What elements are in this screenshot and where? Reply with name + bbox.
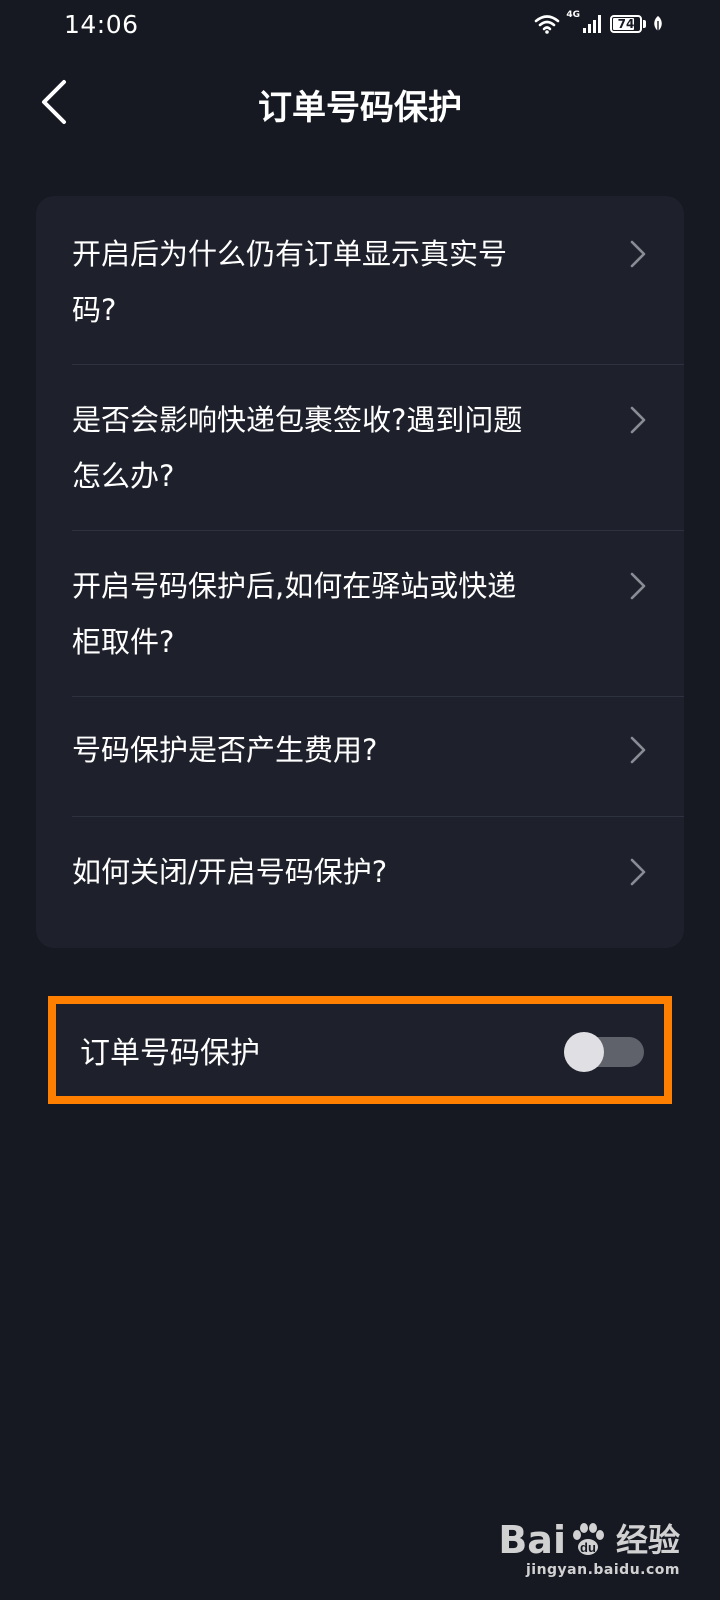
- status-icons: 4G 74: [534, 10, 664, 34]
- divider: [72, 364, 684, 365]
- baidu-jingyan-watermark: Bai du 经验 jingyan.baidu.com: [498, 1520, 680, 1578]
- faq-item-label: 开启号码保护后,如何在驿站或快递柜取件?: [72, 569, 517, 659]
- header: 订单号码保护: [0, 60, 720, 144]
- toggle-knob: [564, 1032, 604, 1072]
- chevron-right-icon: [630, 736, 646, 764]
- chevron-right-icon: [630, 406, 646, 434]
- order-number-protection-row: 订单号码保护: [48, 996, 672, 1104]
- faq-item-label: 是否会影响快递包裹签收?遇到问题怎么办?: [72, 403, 523, 493]
- order-number-protection-toggle[interactable]: [564, 1032, 644, 1072]
- divider: [72, 816, 684, 817]
- status-time: 14:06: [64, 10, 139, 39]
- divider: [72, 530, 684, 531]
- page-title: 订单号码保护: [258, 88, 462, 128]
- faq-item-pickup[interactable]: 开启号码保护后,如何在驿站或快递柜取件?: [72, 558, 684, 670]
- chevron-right-icon: [630, 858, 646, 886]
- paw-icon: du: [572, 1523, 604, 1555]
- status-bar: 14:06 4G 74: [0, 0, 720, 56]
- chevron-right-icon: [630, 240, 646, 268]
- faq-item-label: 号码保护是否产生费用?: [72, 733, 378, 767]
- watermark-logo: Bai du 经验: [498, 1520, 680, 1560]
- divider: [72, 696, 684, 697]
- wifi-icon: [535, 15, 560, 34]
- faq-item-toggle-howto[interactable]: 如何关闭/开启号码保护?: [72, 844, 684, 900]
- faq-item-package-signing[interactable]: 是否会影响快递包裹签收?遇到问题怎么办?: [72, 392, 684, 504]
- network-type: 4G: [566, 10, 580, 20]
- faq-item-label: 如何关闭/开启号码保护?: [72, 855, 388, 889]
- leaf-icon: [654, 16, 662, 32]
- faq-card: 开启后为什么仍有订单显示真实号码? 是否会影响快递包裹签收?遇到问题怎么办? 开…: [36, 196, 684, 948]
- watermark-brand-prefix: Bai: [498, 1518, 566, 1562]
- toggle-label: 订单号码保护: [80, 1036, 260, 1071]
- battery-level: 74: [617, 17, 635, 31]
- svg-text:du: du: [580, 1540, 596, 1555]
- signal-icon: [583, 15, 601, 33]
- faq-item-label: 开启后为什么仍有订单显示真实号码?: [72, 237, 508, 327]
- watermark-url: jingyan.baidu.com: [525, 1562, 680, 1578]
- faq-item-real-number[interactable]: 开启后为什么仍有订单显示真实号码?: [72, 226, 684, 338]
- chevron-right-icon: [630, 572, 646, 600]
- battery-icon: 74: [610, 15, 646, 33]
- faq-item-fees[interactable]: 号码保护是否产生费用?: [72, 722, 684, 778]
- watermark-brand-suffix: 经验: [615, 1521, 680, 1559]
